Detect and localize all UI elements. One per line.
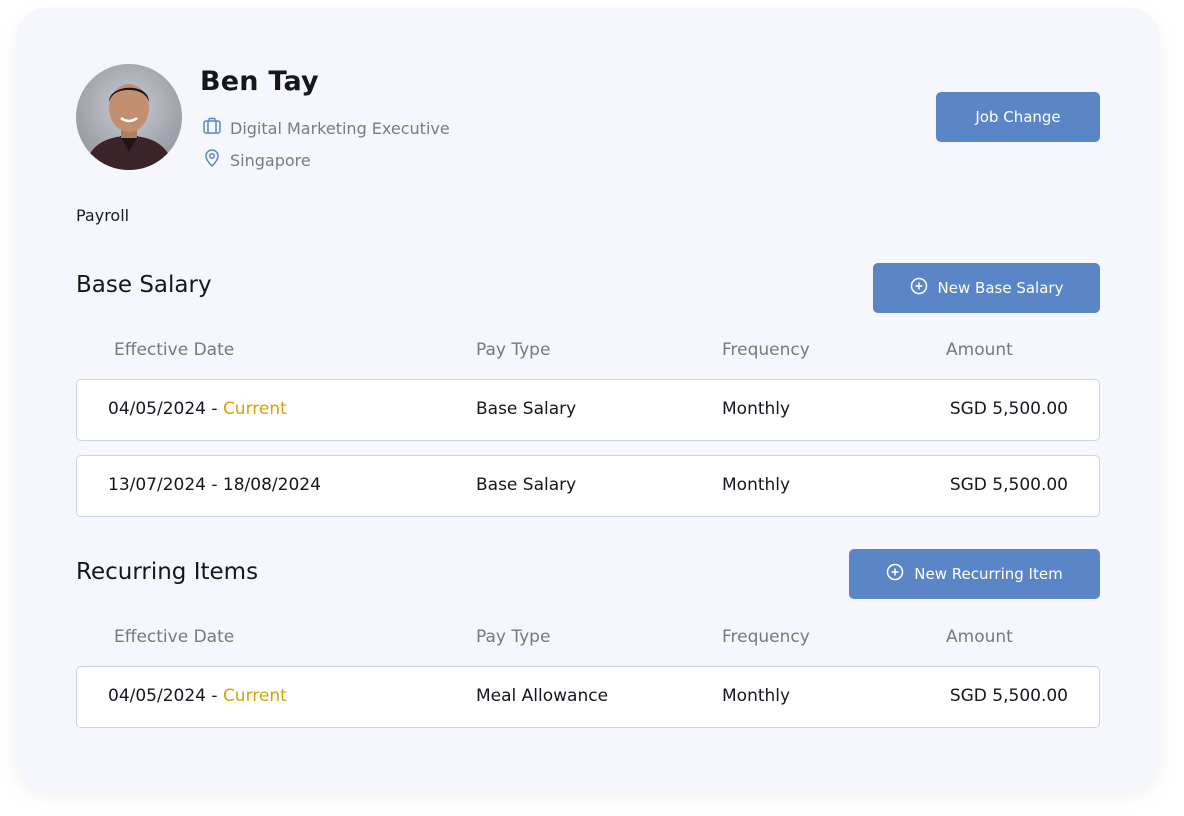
- header-frequency: Frequency: [722, 340, 810, 360]
- avatar: [76, 64, 182, 170]
- job-change-label: Job Change: [975, 108, 1061, 126]
- effective-date: 04/05/2024 - Current: [108, 686, 287, 706]
- frequency: Monthly: [722, 475, 791, 495]
- header-amount: Amount: [946, 340, 1013, 360]
- pay-type: Base Salary: [476, 399, 577, 419]
- pay-type: Meal Allowance: [476, 686, 609, 706]
- current-status: Current: [222, 686, 287, 706]
- base-salary-title: Base Salary: [76, 272, 212, 298]
- pay-type: Base Salary: [476, 475, 577, 495]
- header-effective-date: Effective Date: [114, 340, 235, 360]
- new-recurring-item-button[interactable]: New Recurring Item: [849, 549, 1100, 599]
- briefcase-icon: [202, 116, 222, 140]
- header-effective-date: Effective Date: [114, 627, 235, 647]
- payroll-label: Payroll: [76, 206, 130, 225]
- table-row[interactable]: 04/05/2024 - Current Base Salary Monthly…: [76, 379, 1100, 441]
- frequency: Monthly: [722, 686, 791, 706]
- current-status: Current: [222, 399, 287, 419]
- job-change-button[interactable]: Job Change: [936, 92, 1100, 142]
- header-amount: Amount: [946, 627, 1013, 647]
- effective-date: 13/07/2024 - 18/08/2024: [108, 475, 321, 495]
- new-base-salary-label: New Base Salary: [937, 279, 1064, 297]
- table-row[interactable]: 04/05/2024 - Current Meal Allowance Mont…: [76, 666, 1100, 728]
- frequency: Monthly: [722, 399, 791, 419]
- amount: SGD 5,500.00: [949, 475, 1068, 495]
- recurring-items-title: Recurring Items: [76, 559, 259, 585]
- plus-circle-icon: [886, 563, 904, 585]
- job-title-row: Digital Marketing Executive: [202, 116, 450, 140]
- effective-date: 04/05/2024 - Current: [108, 399, 287, 419]
- amount: SGD 5,500.00: [949, 399, 1068, 419]
- new-base-salary-button[interactable]: New Base Salary: [873, 263, 1100, 313]
- table-row[interactable]: 13/07/2024 - 18/08/2024 Base Salary Mont…: [76, 455, 1100, 517]
- plus-circle-icon: [910, 277, 928, 299]
- header-pay-type: Pay Type: [476, 627, 551, 647]
- header-pay-type: Pay Type: [476, 340, 551, 360]
- header-frequency: Frequency: [722, 627, 810, 647]
- job-title: Digital Marketing Executive: [230, 118, 450, 138]
- location-pin-icon: [202, 148, 222, 172]
- new-recurring-item-label: New Recurring Item: [914, 565, 1063, 583]
- location: Singapore: [230, 150, 311, 170]
- amount: SGD 5,500.00: [949, 686, 1068, 706]
- employee-name: Ben Tay: [200, 66, 319, 97]
- employee-card: Ben Tay Digital Marketing Executive Sing…: [16, 8, 1160, 790]
- location-row: Singapore: [202, 148, 311, 172]
